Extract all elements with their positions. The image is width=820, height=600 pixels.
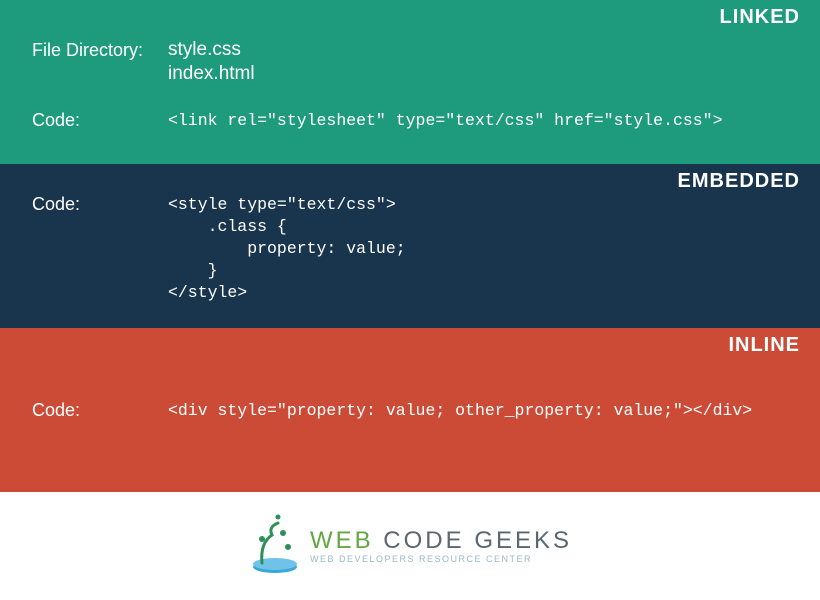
inline-code-row: Code: <div style="property: value; other… xyxy=(32,396,802,422)
embedded-code-row: Code: <style type="text/css"> .class { p… xyxy=(32,190,802,304)
logo: WEB CODE GEEKS WEB DEVELOPERS RESOURCE C… xyxy=(248,513,572,580)
section-embedded: EMBEDDED Code: <style type="text/css"> .… xyxy=(0,164,820,328)
inline-code: <div style="property: value; other_prope… xyxy=(168,396,752,422)
linked-badge: LINKED xyxy=(720,6,800,29)
linked-code: <link rel="stylesheet" type="text/css" h… xyxy=(168,106,723,132)
logo-icon xyxy=(248,513,302,580)
logo-web: WEB xyxy=(310,527,374,554)
section-linked: LINKED File Directory: style.css index.h… xyxy=(0,0,820,164)
embedded-code: <style type="text/css"> .class { propert… xyxy=(168,190,406,304)
linked-code-row: Code: <link rel="stylesheet" type="text/… xyxy=(32,106,802,132)
footer: WEB CODE GEEKS WEB DEVELOPERS RESOURCE C… xyxy=(0,492,820,600)
section-inline: INLINE Code: <div style="property: value… xyxy=(0,328,820,492)
embedded-badge: EMBEDDED xyxy=(678,170,800,193)
linked-code-label: Code: xyxy=(32,106,168,131)
logo-subtitle: WEB DEVELOPERS RESOURCE CENTER xyxy=(310,555,572,564)
logo-main-text: WEB CODE GEEKS xyxy=(310,529,572,553)
file-directory-row: File Directory: style.css index.html xyxy=(32,36,802,86)
embedded-code-label: Code: xyxy=(32,190,168,215)
file-directory-label: File Directory: xyxy=(32,36,168,61)
file-list: style.css index.html xyxy=(168,36,255,86)
logo-rest: CODE GEEKS xyxy=(374,527,572,554)
logo-text: WEB CODE GEEKS WEB DEVELOPERS RESOURCE C… xyxy=(310,529,572,564)
inline-badge: INLINE xyxy=(728,334,800,357)
inline-code-label: Code: xyxy=(32,396,168,421)
